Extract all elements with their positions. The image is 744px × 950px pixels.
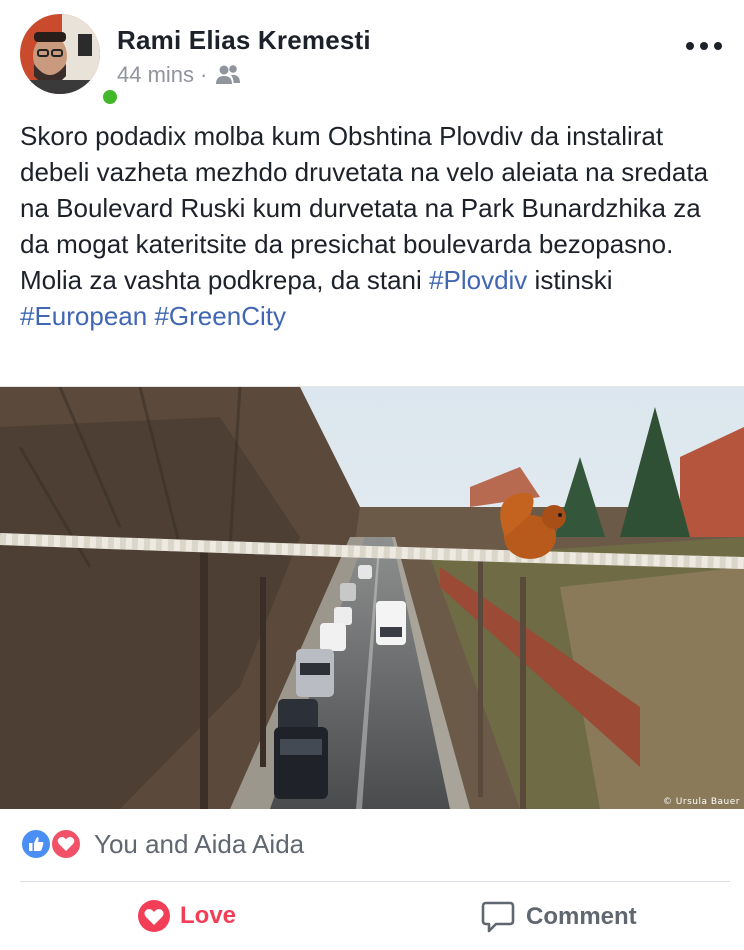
friends-icon[interactable] <box>215 64 241 86</box>
more-dot <box>686 42 694 50</box>
post-text: Skoro podadix molba kum Obshtina Plovdiv… <box>20 118 726 334</box>
author-name[interactable]: Rami Elias Kremesti <box>117 25 371 56</box>
love-icon <box>50 828 82 860</box>
post-meta: 44 mins · <box>117 62 241 88</box>
divider <box>20 881 730 882</box>
post-text-segment: istinski <box>527 265 613 295</box>
comment-button-label: Comment <box>526 903 637 930</box>
reactions-text: You and Aida Aida <box>94 828 305 859</box>
author-avatar[interactable] <box>20 14 120 107</box>
reactions-summary[interactable]: You and Aida Aida <box>20 828 304 860</box>
more-dot <box>714 42 722 50</box>
meta-separator: · <box>200 62 208 87</box>
more-dot <box>700 42 708 50</box>
love-button-label: Love <box>180 902 237 929</box>
like-icon <box>20 828 52 860</box>
hashtag-european[interactable]: #European <box>20 301 147 331</box>
comment-icon <box>481 901 515 933</box>
online-status-dot <box>100 87 120 107</box>
post-timestamp[interactable]: 44 mins <box>117 62 194 88</box>
post-photo[interactable]: © Ursula Bauer <box>0 386 744 809</box>
avatar-image <box>20 14 100 94</box>
love-icon <box>138 900 170 932</box>
hashtag-plovdiv[interactable]: #Plovdiv <box>429 265 527 295</box>
photo-credit: © Ursula Bauer <box>662 797 740 807</box>
comment-button[interactable]: Comment <box>480 900 637 934</box>
hashtag-greencity[interactable]: #GreenCity <box>154 301 286 331</box>
photo-image <box>0 387 744 809</box>
more-options-icon[interactable] <box>686 36 722 56</box>
love-button[interactable]: Love <box>138 900 236 932</box>
